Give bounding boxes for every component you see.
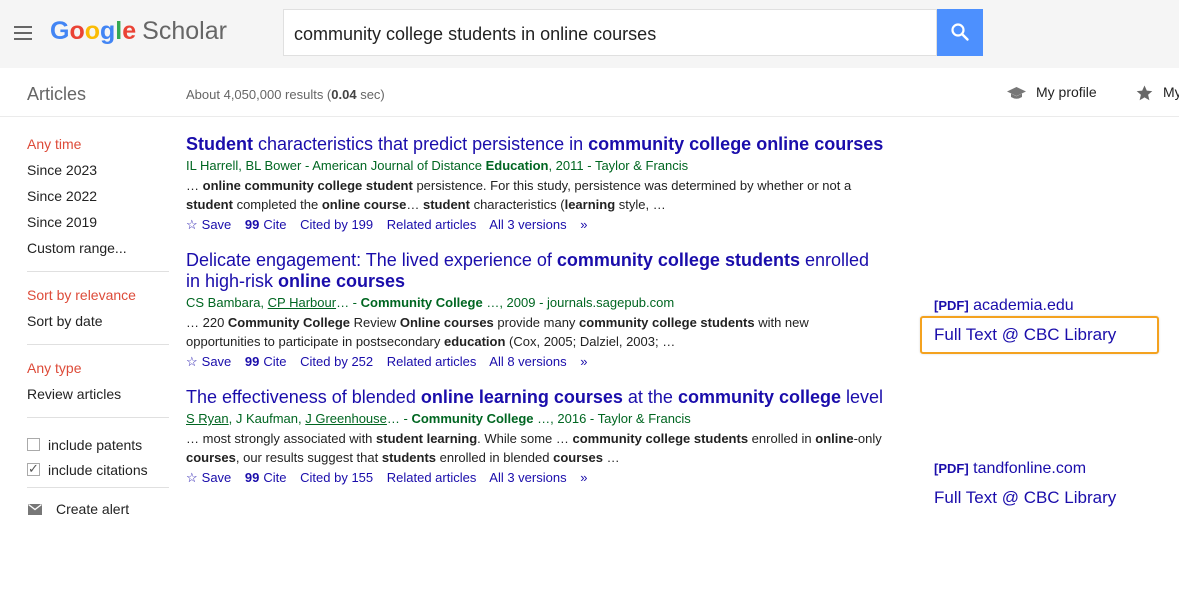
filter-custom-range[interactable]: Custom range... xyxy=(27,239,169,265)
result-actions: ☆ Save 99 Cite Cited by 252 Related articl… xyxy=(186,352,886,372)
sidebar-divider xyxy=(27,487,169,488)
quote-icon: 99 xyxy=(244,217,260,232)
related-articles-link[interactable]: Related articles xyxy=(387,470,477,485)
my-library-link[interactable]: My library xyxy=(1136,84,1179,101)
pdf-tag: [PDF] xyxy=(934,461,969,476)
more-chevron-icon[interactable]: » xyxy=(580,354,587,369)
related-articles-link[interactable]: Related articles xyxy=(387,354,477,369)
pdf-link-academia[interactable]: [PDF] academia.edu xyxy=(934,297,1074,315)
result-title[interactable]: The effectiveness of blended online lear… xyxy=(186,387,886,408)
my-profile-label: My profile xyxy=(1036,84,1097,100)
quote-icon: 99 xyxy=(244,354,260,369)
filters-sidebar: Any time Since 2023 Since 2022 Since 201… xyxy=(27,135,169,517)
result-snippet: … online community college student persi… xyxy=(186,178,852,212)
cited-by-link[interactable]: Cited by 252 xyxy=(300,354,373,369)
envelope-icon xyxy=(28,503,42,515)
star-icon xyxy=(1136,85,1153,101)
checkbox-checked[interactable] xyxy=(27,461,40,477)
sort-by-relevance[interactable]: Sort by relevance xyxy=(27,286,169,312)
result-item: Delicate engagement: The lived experienc… xyxy=(186,250,886,372)
google-scholar-logo[interactable]: Google Scholar xyxy=(50,16,227,46)
include-patents-label: include patents xyxy=(48,436,143,453)
filter-any-time[interactable]: Any time xyxy=(27,135,169,161)
cited-by-link[interactable]: Cited by 199 xyxy=(300,217,373,232)
sidebar-divider xyxy=(27,271,169,272)
star-outline-icon: ☆ xyxy=(186,217,198,232)
result-snippet: … most strongly associated with student … xyxy=(186,431,882,465)
filter-review-articles[interactable]: Review articles xyxy=(27,385,169,411)
search-box[interactable] xyxy=(283,9,937,56)
result-item: Student characteristics that predict per… xyxy=(186,134,886,235)
create-alert-label: Create alert xyxy=(56,501,130,517)
results-count: About 4,050,000 results (0.04 sec) xyxy=(186,87,385,102)
articles-heading: Articles xyxy=(27,84,87,104)
pdf-link-tandfonline[interactable]: [PDF] tandfonline.com xyxy=(934,460,1086,478)
filter-since-2023[interactable]: Since 2023 xyxy=(27,161,169,187)
save-button[interactable]: ☆ Save xyxy=(186,470,231,485)
result-title[interactable]: Student characteristics that predict per… xyxy=(186,134,886,155)
save-button[interactable]: ☆ Save xyxy=(186,217,231,232)
include-citations-checkbox[interactable]: include citations xyxy=(27,457,169,482)
include-patents-checkbox[interactable]: include patents xyxy=(27,432,169,457)
results-list: Student characteristics that predict per… xyxy=(186,134,886,503)
search-button[interactable] xyxy=(937,9,983,56)
checkbox-unchecked[interactable] xyxy=(27,438,40,451)
graduation-cap-icon xyxy=(1007,86,1026,99)
star-outline-icon: ☆ xyxy=(186,354,198,369)
star-outline-icon: ☆ xyxy=(186,470,198,485)
result-authors: CS Bambara, CP Harbour… - Community Coll… xyxy=(186,295,675,310)
pdf-source: tandfonline.com xyxy=(973,460,1087,477)
cite-button[interactable]: 99 Cite xyxy=(245,470,287,485)
pdf-tag: [PDF] xyxy=(934,298,969,313)
cite-label: Cite xyxy=(263,217,287,232)
more-chevron-icon[interactable]: » xyxy=(580,217,587,232)
result-authors: S Ryan, J Kaufman, J Greenhouse… - Commu… xyxy=(186,411,691,426)
result-authors: IL Harrell, BL Bower - American Journal … xyxy=(186,158,689,173)
cite-label: Cite xyxy=(263,470,287,485)
result-item: The effectiveness of blended online lear… xyxy=(186,387,886,488)
filter-any-type[interactable]: Any type xyxy=(27,359,169,385)
result-title[interactable]: Delicate engagement: The lived experienc… xyxy=(186,250,886,292)
count-prefix: About 4,050,000 results ( xyxy=(186,87,332,102)
count-time: 0.04 xyxy=(331,87,357,102)
menu-icon[interactable] xyxy=(14,26,32,40)
filter-since-2019[interactable]: Since 2019 xyxy=(27,213,169,239)
full-text-library-link[interactable]: Full Text @ CBC Library xyxy=(934,488,1116,508)
all-versions-link[interactable]: All 8 versions xyxy=(489,354,566,369)
create-alert-link[interactable]: Create alert xyxy=(27,501,169,517)
save-label: Save xyxy=(201,217,232,232)
result-actions: ☆ Save 99 Cite Cited by 199 Related articl… xyxy=(186,215,886,235)
include-citations-label: include citations xyxy=(48,461,148,478)
header-divider xyxy=(0,116,1179,117)
cite-label: Cite xyxy=(263,354,287,369)
save-button[interactable]: ☆ Save xyxy=(186,354,231,369)
cited-by-link[interactable]: Cited by 155 xyxy=(300,470,373,485)
logo-google: Google xyxy=(50,17,137,45)
count-suffix: sec) xyxy=(356,87,385,102)
my-profile-link[interactable]: My profile xyxy=(1006,84,1097,101)
save-label: Save xyxy=(201,470,232,485)
result-actions: ☆ Save 99 Cite Cited by 155 Related articl… xyxy=(186,468,886,488)
sidebar-divider xyxy=(27,417,169,418)
search-icon xyxy=(951,23,969,41)
cite-button[interactable]: 99 Cite xyxy=(245,354,287,369)
highlight-box xyxy=(920,316,1159,354)
related-articles-link[interactable]: Related articles xyxy=(387,217,477,232)
sort-by-date[interactable]: Sort by date xyxy=(27,312,169,338)
more-chevron-icon[interactable]: » xyxy=(580,470,587,485)
my-library-label: My library xyxy=(1163,84,1179,100)
cite-button[interactable]: 99 Cite xyxy=(245,217,287,232)
save-label: Save xyxy=(201,354,232,369)
pdf-source: academia.edu xyxy=(973,297,1074,314)
all-versions-link[interactable]: All 3 versions xyxy=(489,470,566,485)
quote-icon: 99 xyxy=(244,470,260,485)
all-versions-link[interactable]: All 3 versions xyxy=(489,217,566,232)
search-input[interactable] xyxy=(292,20,916,48)
result-snippet: … 220 Community College Review Online co… xyxy=(186,315,809,349)
top-bar: Google Scholar xyxy=(0,0,1179,68)
sidebar-divider xyxy=(27,344,169,345)
filter-since-2022[interactable]: Since 2022 xyxy=(27,187,169,213)
logo-scholar: Scholar xyxy=(142,17,227,45)
